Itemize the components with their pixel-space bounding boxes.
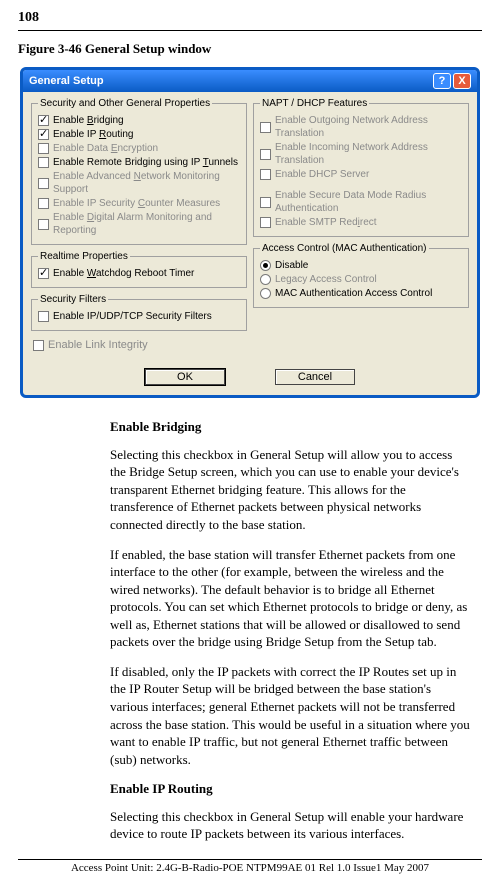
- para-2: If enabled, the base station will transf…: [110, 546, 470, 651]
- security-group: Security and Other General Properties En…: [31, 98, 247, 245]
- realtime-legend: Realtime Properties: [38, 251, 130, 262]
- cancel-button[interactable]: Cancel: [275, 369, 355, 385]
- encryption-label: Enable Data Encryption: [53, 142, 158, 155]
- legacy-radio: [260, 274, 271, 285]
- filters-group: Security Filters Enable IP/UDP/TCP Secur…: [31, 294, 247, 331]
- smtp-redirect-label: Enable SMTP Redirect: [275, 216, 377, 229]
- realtime-group: Realtime Properties Enable Watchdog Rebo…: [31, 251, 247, 288]
- smtp-redirect-checkbox: [260, 217, 271, 228]
- mac-auth-radio[interactable]: [260, 288, 271, 299]
- security-legend: Security and Other General Properties: [38, 98, 212, 109]
- filters-legend: Security Filters: [38, 294, 108, 305]
- counter-measures-checkbox: [38, 198, 49, 209]
- ip-filters-label: Enable IP/UDP/TCP Security Filters: [53, 310, 212, 323]
- close-button[interactable]: X: [453, 73, 471, 89]
- watchdog-label: Enable Watchdog Reboot Timer: [53, 267, 194, 280]
- para-3: If disabled, only the IP packets with co…: [110, 663, 470, 768]
- figure-caption: Figure 3-46 General Setup window: [18, 41, 482, 57]
- ip-routing-checkbox[interactable]: [38, 129, 49, 140]
- legacy-label: Legacy Access Control: [275, 273, 377, 286]
- footer: Access Point Unit: 2.4G-B-Radio-POE NTPM…: [18, 859, 482, 874]
- napt-group: NAPT / DHCP Features Enable Outgoing Net…: [253, 98, 469, 237]
- general-setup-window: General Setup ? X Security and Other Gen…: [20, 67, 480, 398]
- napt-legend: NAPT / DHCP Features: [260, 98, 369, 109]
- mac-auth-label: MAC Authentication Access Control: [275, 287, 432, 300]
- outgoing-nat-label: Enable Outgoing Network Address Translat…: [275, 114, 462, 140]
- bridging-checkbox[interactable]: [38, 115, 49, 126]
- remote-bridging-checkbox[interactable]: [38, 157, 49, 168]
- digital-alarm-label: Enable Digital Alarm Monitoring and Repo…: [53, 211, 240, 237]
- dhcp-server-checkbox: [260, 169, 271, 180]
- remote-bridging-label: Enable Remote Bridging using IP Tunnels: [53, 156, 238, 169]
- bridging-label: Enable Bridging: [53, 114, 124, 127]
- help-button[interactable]: ?: [433, 73, 451, 89]
- access-control-group: Access Control (MAC Authentication) Disa…: [253, 243, 469, 308]
- para-4: Selecting this checkbox in General Setup…: [110, 808, 470, 843]
- dhcp-server-label: Enable DHCP Server: [275, 168, 369, 181]
- incoming-nat-label: Enable Incoming Network Address Translat…: [275, 141, 462, 167]
- radius-auth-label: Enable Secure Data Mode Radius Authentic…: [275, 189, 462, 215]
- disable-label: Disable: [275, 259, 308, 272]
- heading-enable-ip-routing: Enable IP Routing: [110, 780, 470, 798]
- heading-enable-bridging: Enable Bridging: [110, 418, 470, 436]
- window-title: General Setup: [29, 75, 104, 87]
- link-integrity-label: Enable Link Integrity: [48, 338, 148, 352]
- access-control-legend: Access Control (MAC Authentication): [260, 243, 429, 254]
- top-rule: [18, 30, 482, 31]
- para-1: Selecting this checkbox in General Setup…: [110, 446, 470, 534]
- ok-button[interactable]: OK: [145, 369, 225, 385]
- ip-filters-checkbox[interactable]: [38, 311, 49, 322]
- watchdog-checkbox[interactable]: [38, 268, 49, 279]
- digital-alarm-checkbox: [38, 219, 49, 230]
- outgoing-nat-checkbox: [260, 122, 271, 133]
- titlebar: General Setup ? X: [23, 70, 477, 92]
- network-monitoring-label: Enable Advanced Network Monitoring Suppo…: [53, 170, 240, 196]
- counter-measures-label: Enable IP Security Counter Measures: [53, 197, 220, 210]
- page-number: 108: [18, 10, 482, 26]
- link-integrity-checkbox: [33, 340, 44, 351]
- disable-radio[interactable]: [260, 260, 271, 271]
- encryption-checkbox: [38, 143, 49, 154]
- incoming-nat-checkbox: [260, 149, 271, 160]
- network-monitoring-checkbox: [38, 178, 49, 189]
- radius-auth-checkbox: [260, 197, 271, 208]
- ip-routing-label: Enable IP Routing: [53, 128, 133, 141]
